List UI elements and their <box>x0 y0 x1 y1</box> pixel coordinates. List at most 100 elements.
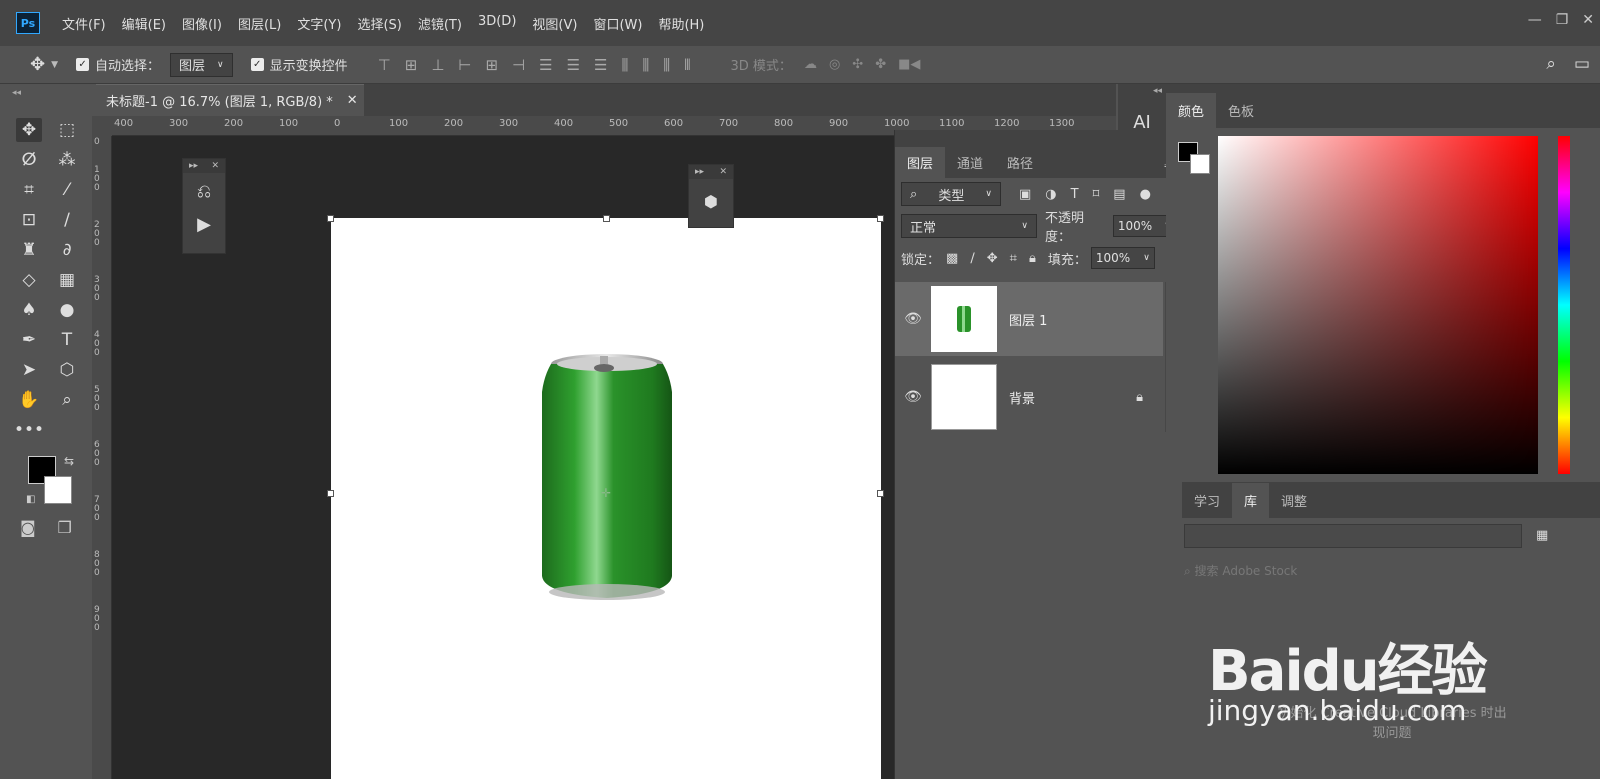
menu-file[interactable]: 文件(F) <box>62 14 106 33</box>
layer-row-layer1[interactable]: 👁︎ 图层 1 <box>895 282 1163 356</box>
lock-artboard-icon[interactable]: ⌗ <box>1010 251 1017 266</box>
type-tool-icon[interactable]: T <box>54 328 80 352</box>
transform-handle[interactable] <box>603 215 610 222</box>
align-bottom-icon[interactable]: ⊥ <box>431 56 444 74</box>
menu-select[interactable]: 选择(S) <box>357 14 401 33</box>
3d-rotate-icon[interactable]: ☁ <box>804 57 817 72</box>
menu-layer[interactable]: 图层(L) <box>238 14 281 33</box>
restore-icon[interactable]: ❐ <box>1556 12 1569 28</box>
align-left-icon[interactable]: ⊢ <box>458 56 471 74</box>
3d-drag-icon[interactable]: ✣ <box>852 57 863 72</box>
transform-handle[interactable] <box>877 215 884 222</box>
auto-align-icon[interactable]: ⫴ <box>684 56 690 74</box>
smartobject-filter-icon[interactable]: ▤ <box>1113 187 1125 202</box>
menu-type[interactable]: 文字(Y) <box>297 14 341 33</box>
background-color-swatch[interactable] <box>1190 154 1210 174</box>
auto-select-checkbox[interactable]: ✓ 自动选择： 图层 ∨ <box>76 52 233 77</box>
gradient-tool-icon[interactable]: ▦ <box>54 268 80 292</box>
path-select-tool-icon[interactable]: ➤ <box>16 358 42 382</box>
quick-mask-icon[interactable]: ◙ <box>20 518 36 537</box>
checkbox-checked-icon[interactable]: ✓ <box>250 58 264 71</box>
canvas-workspace[interactable]: ✛ ▸▸ ✕ ⎌ ▶ ▸▸ ✕ ⬢ <box>112 136 894 779</box>
play-icon[interactable]: ▶ <box>183 209 225 239</box>
distribute-left-icon[interactable]: ⫼ <box>621 56 628 74</box>
zoom-tool-icon[interactable]: ⌕ <box>54 388 80 412</box>
distribute-bottom-icon[interactable]: ☰ <box>594 56 607 74</box>
tab-color[interactable]: 颜色 <box>1166 93 1217 128</box>
align-right-icon[interactable]: ⊣ <box>512 56 525 74</box>
screen-mode-icon[interactable]: ❐ <box>58 518 72 537</box>
tab-layers[interactable]: 图层 <box>895 147 946 178</box>
stamp-tool-icon[interactable]: ♜ <box>16 238 42 262</box>
default-colors-icon[interactable]: ◧ <box>26 494 35 505</box>
grid-view-icon[interactable]: ▦ <box>1536 528 1548 543</box>
swap-colors-icon[interactable]: ⇆ <box>64 454 74 468</box>
tab-learn[interactable]: 学习 <box>1182 483 1232 518</box>
chevron-down-icon[interactable]: ▼ <box>51 60 58 70</box>
lock-transparent-icon[interactable]: ▩ <box>946 251 958 266</box>
tab-libraries[interactable]: 库 <box>1232 483 1270 518</box>
close-icon[interactable]: ✕ <box>719 167 727 177</box>
expand-icon[interactable]: ▸▸ <box>695 167 704 177</box>
stock-search[interactable]: ⌕ 搜索 Adobe Stock <box>1184 562 1297 579</box>
3d-roll-icon[interactable]: ◎ <box>829 57 840 72</box>
adjustment-filter-icon[interactable]: ◑ <box>1045 187 1056 202</box>
visibility-eye-icon[interactable]: 👁︎ <box>895 311 931 327</box>
menu-3d[interactable]: 3D(D) <box>478 14 516 33</box>
chevron-down-icon[interactable]: ∨ <box>1143 253 1150 263</box>
close-icon[interactable]: ✕ <box>1582 12 1594 28</box>
library-select[interactable] <box>1184 524 1522 548</box>
dodge-tool-icon[interactable]: ● <box>54 298 80 322</box>
blend-mode-select[interactable]: 正常 ∨ <box>901 214 1037 238</box>
search-icon[interactable]: ⌕ <box>1546 54 1556 74</box>
close-tab-icon[interactable]: ✕ <box>347 93 358 108</box>
eyedropper-tool-icon[interactable]: ⁄ <box>54 178 80 202</box>
close-icon[interactable]: ✕ <box>211 161 219 171</box>
menu-window[interactable]: 窗口(W) <box>593 14 642 33</box>
lock-all-icon[interactable]: 🔒︎ <box>1029 251 1036 266</box>
checkbox-checked-icon[interactable]: ✓ <box>76 58 90 71</box>
character-panel-icon[interactable]: AI <box>1118 112 1166 133</box>
align-hcenter-icon[interactable]: ⊞ <box>485 56 498 74</box>
history-icon[interactable]: ⎌ <box>183 173 225 209</box>
pen-tool-icon[interactable]: ✒ <box>16 328 42 352</box>
blur-tool-icon[interactable]: ♠ <box>16 298 42 322</box>
tab-paths[interactable]: 路径 <box>995 147 1045 178</box>
align-vcenter-icon[interactable]: ⊞ <box>405 56 418 74</box>
menu-view[interactable]: 视图(V) <box>532 14 577 33</box>
transform-handle[interactable] <box>327 490 334 497</box>
menu-image[interactable]: 图像(I) <box>182 14 222 33</box>
transform-handle[interactable] <box>877 490 884 497</box>
healing-brush-tool-icon[interactable]: ⊡ <box>16 208 42 232</box>
color-picker-field[interactable] <box>1218 136 1538 474</box>
type-filter-icon[interactable]: T <box>1071 187 1079 202</box>
history-brush-tool-icon[interactable]: ∂ <box>54 238 80 262</box>
distribute-vcenter-icon[interactable]: ☰ <box>567 56 580 74</box>
auto-select-dropdown[interactable]: 图层 ∨ <box>170 52 233 77</box>
document-canvas[interactable]: ✛ <box>331 218 881 779</box>
menu-help[interactable]: 帮助(H) <box>658 14 704 33</box>
expand-icon[interactable]: ▸▸ <box>189 161 198 171</box>
move-tool-icon[interactable]: ✥ <box>30 54 45 75</box>
filter-toggle-icon[interactable]: ● <box>1140 187 1151 202</box>
transform-handle[interactable] <box>327 215 334 222</box>
tab-swatches[interactable]: 色板 <box>1216 93 1266 128</box>
tab-adjustments[interactable]: 调整 <box>1269 483 1319 518</box>
background-color-swatch[interactable] <box>44 476 72 504</box>
lasso-tool-icon[interactable]: ⵁ <box>16 148 42 172</box>
collapse-icon[interactable]: ◂◂ <box>12 88 21 98</box>
shape-filter-icon[interactable]: ⌑ <box>1093 187 1100 202</box>
crop-tool-icon[interactable]: ⌗ <box>16 178 42 202</box>
distribute-top-icon[interactable]: ☰ <box>539 56 552 74</box>
filter-kind-select[interactable]: ⌕ 类型 ∨ <box>901 182 1001 206</box>
3d-cube-icon[interactable]: ⬢ <box>689 179 733 223</box>
more-tools-icon[interactable]: ••• <box>14 418 44 442</box>
eraser-tool-icon[interactable]: ◇ <box>16 268 42 292</box>
align-top-icon[interactable]: ⊤ <box>378 56 391 74</box>
visibility-eye-icon[interactable]: 👁︎ <box>895 389 931 405</box>
3d-camera-icon[interactable]: ■◀ <box>898 57 920 72</box>
hand-tool-icon[interactable]: ✋ <box>16 388 42 412</box>
distribute-right-icon[interactable]: ⫼ <box>663 56 670 74</box>
pixel-filter-icon[interactable]: ▣ <box>1019 187 1031 202</box>
lock-position-icon[interactable]: ✥ <box>987 251 998 266</box>
